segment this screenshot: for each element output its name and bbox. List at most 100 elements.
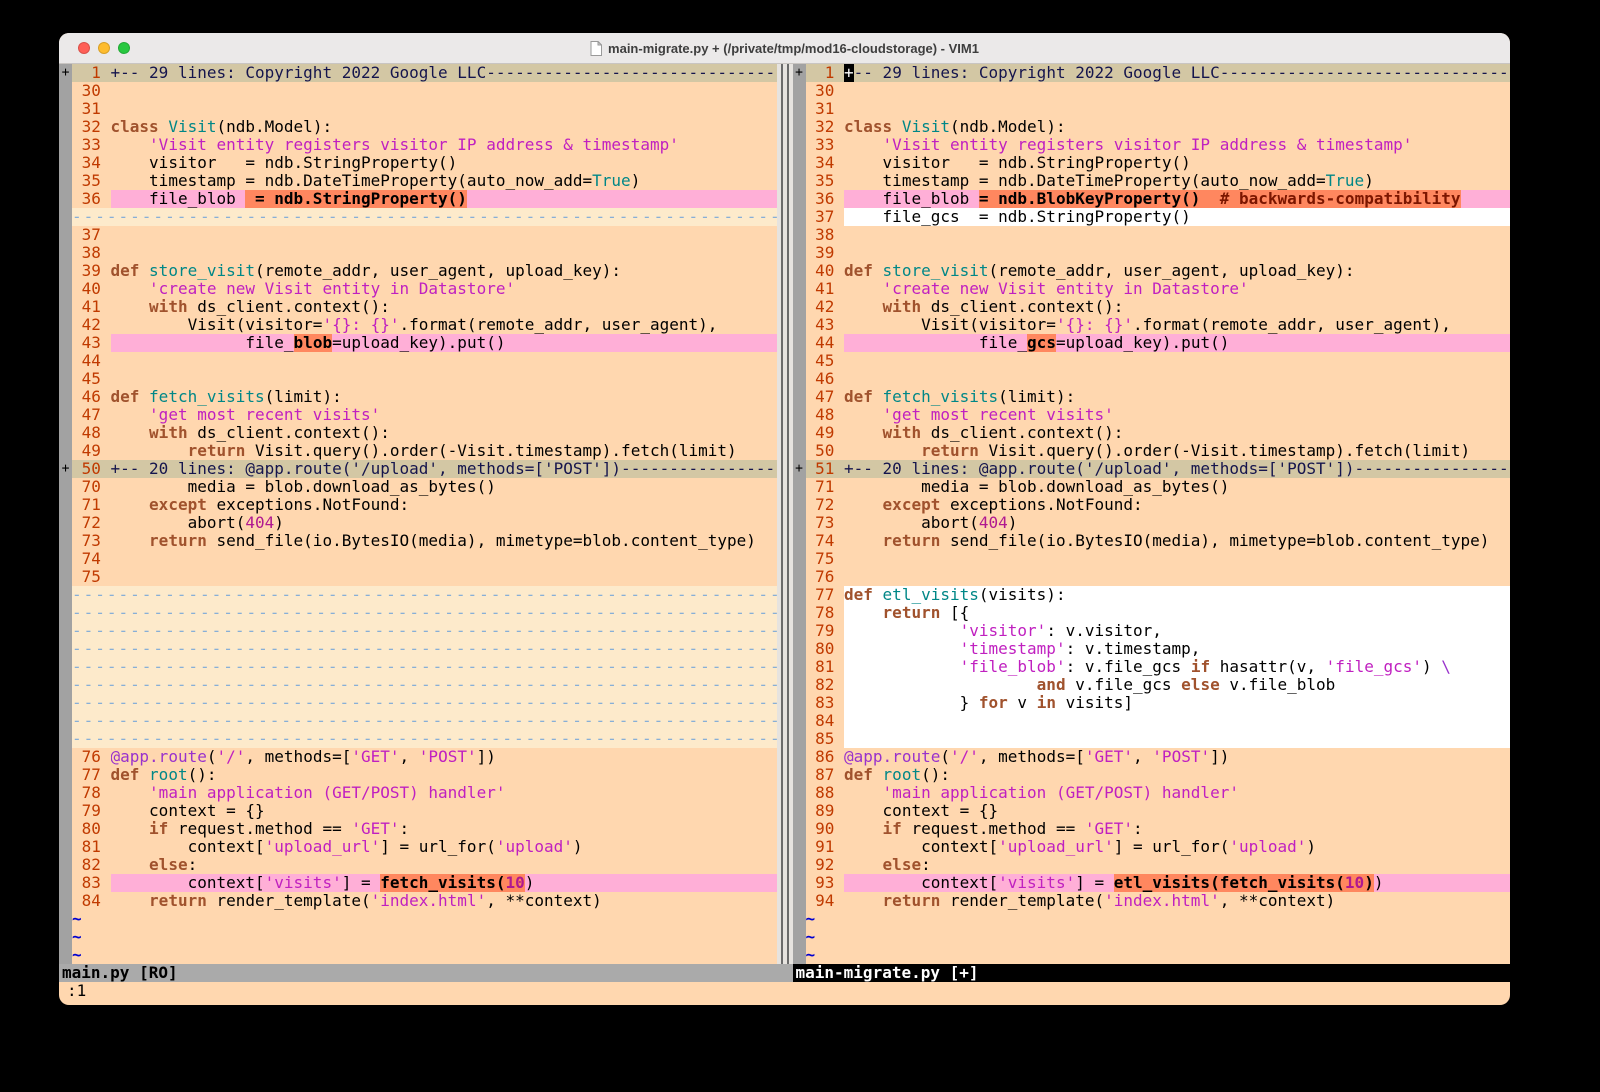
line-number: 82 bbox=[72, 856, 111, 874]
fold-column bbox=[793, 856, 806, 874]
code-segment: context[ bbox=[844, 874, 998, 892]
tilde-line: ~ bbox=[793, 946, 1511, 964]
code-segment: ]) bbox=[477, 748, 496, 766]
fold-column bbox=[793, 172, 806, 190]
code-line-added: 77def etl_visits(visits): bbox=[793, 586, 1511, 604]
titlebar[interactable]: main-migrate.py + (/private/tmp/mod16-cl… bbox=[59, 33, 1510, 64]
code-segment: ]) bbox=[1210, 748, 1229, 766]
zoom-button[interactable] bbox=[118, 42, 130, 54]
fold-column bbox=[793, 514, 806, 532]
line-number: 94 bbox=[806, 892, 845, 910]
line-number: 1 bbox=[72, 64, 111, 82]
fold-column bbox=[793, 748, 806, 766]
line-text: 'visitor': v.visitor, bbox=[844, 622, 1510, 640]
line-text bbox=[844, 730, 1510, 748]
line-text bbox=[844, 226, 1510, 244]
deleted-line-filler: ----------------------------------------… bbox=[72, 604, 777, 622]
code-line: 73 return send_file(io.BytesIO(media), m… bbox=[59, 532, 777, 550]
code-line: 84 return render_template('index.html', … bbox=[59, 892, 777, 910]
code-segment: store_visit bbox=[149, 262, 255, 280]
vim-pane-right[interactable]: +1+-- 29 lines: Copyright 2022 Google LL… bbox=[793, 64, 1511, 964]
code-lines: +1+-- 29 lines: Copyright 2022 Google LL… bbox=[59, 64, 777, 964]
code-lines: +1+-- 29 lines: Copyright 2022 Google LL… bbox=[793, 64, 1511, 964]
code-segment: for bbox=[979, 694, 1008, 712]
fold-column bbox=[59, 676, 72, 694]
vim-pane-left[interactable]: +1+-- 29 lines: Copyright 2022 Google LL… bbox=[59, 64, 777, 964]
line-text: with ds_client.context(): bbox=[844, 424, 1510, 442]
line-number: 93 bbox=[806, 874, 845, 892]
code-segment: '/' bbox=[950, 748, 979, 766]
line-text bbox=[111, 244, 777, 262]
code-segment: def bbox=[111, 766, 150, 784]
fold-column bbox=[793, 820, 806, 838]
line-text: context = {} bbox=[844, 802, 1510, 820]
cursor: + bbox=[844, 64, 854, 82]
code-line-changed: 36 file_blob = ndb.StringProperty() bbox=[59, 190, 777, 208]
code-line: 77def root(): bbox=[59, 766, 777, 784]
code-line: 78 'main application (GET/POST) handler' bbox=[59, 784, 777, 802]
code-segment: exceptions.NotFound: bbox=[207, 496, 409, 514]
code-segment: 'index.html' bbox=[371, 892, 487, 910]
code-segment: media = blob.download_as_bytes() bbox=[844, 478, 1229, 496]
code-line-added: 81 'file_blob': v.file_gcs if hasattr(v,… bbox=[793, 658, 1511, 676]
line-number: 73 bbox=[806, 514, 845, 532]
line-number: 41 bbox=[72, 298, 111, 316]
code-segment: file_gcs = ndb.StringProperty() bbox=[844, 208, 1191, 226]
fold-column bbox=[793, 136, 806, 154]
code-segment: ) bbox=[1364, 172, 1374, 190]
code-segment: send_file(io.BytesIO(media), mimetype=bl… bbox=[940, 532, 1489, 550]
fold-column bbox=[59, 586, 72, 604]
code-segment: .format(remote_addr, user_agent), bbox=[400, 316, 718, 334]
line-number: 39 bbox=[806, 244, 845, 262]
code-segment: , **context) bbox=[486, 892, 602, 910]
code-segment: : v.file_gcs bbox=[1066, 658, 1191, 676]
code-line: 94 return render_template('index.html', … bbox=[793, 892, 1511, 910]
code-segment: visits] bbox=[1056, 694, 1133, 712]
fold-column bbox=[59, 352, 72, 370]
fold-column bbox=[793, 478, 806, 496]
line-text: media = blob.download_as_bytes() bbox=[111, 478, 777, 496]
code-segment: in bbox=[1037, 694, 1056, 712]
filler-line: ----------------------------------------… bbox=[59, 604, 777, 622]
vertical-split[interactable] bbox=[777, 64, 793, 964]
line-number: 84 bbox=[72, 892, 111, 910]
fold-line: +1+-- 29 lines: Copyright 2022 Google LL… bbox=[793, 64, 1511, 82]
line-number: 35 bbox=[72, 172, 111, 190]
code-line: 31 bbox=[59, 100, 777, 118]
line-text bbox=[844, 352, 1510, 370]
line-text: @app.route('/', methods=['GET', 'POST']) bbox=[844, 748, 1510, 766]
code-segment: v bbox=[1008, 694, 1037, 712]
fold-column bbox=[793, 730, 806, 748]
code-segment: '{}: {}' bbox=[1056, 316, 1133, 334]
line-text: 'Visit entity registers visitor IP addre… bbox=[844, 136, 1510, 154]
code-segment: '/' bbox=[216, 748, 245, 766]
close-button[interactable] bbox=[78, 42, 90, 54]
code-line: 76@app.route('/', methods=['GET', 'POST'… bbox=[59, 748, 777, 766]
minimize-button[interactable] bbox=[98, 42, 110, 54]
code-segment: ds_client.context(): bbox=[188, 424, 390, 442]
filler-line: ----------------------------------------… bbox=[59, 676, 777, 694]
code-line-added: 83 } for v in visits] bbox=[793, 694, 1511, 712]
line-number: 38 bbox=[72, 244, 111, 262]
command-line[interactable]: :1 bbox=[59, 982, 1510, 1000]
line-number: 49 bbox=[806, 424, 845, 442]
fold-column: + bbox=[793, 64, 806, 82]
line-number: 83 bbox=[72, 874, 111, 892]
code-segment: def bbox=[844, 766, 883, 784]
fold-line: +1+-- 29 lines: Copyright 2022 Google LL… bbox=[59, 64, 777, 82]
fold-column bbox=[59, 100, 72, 118]
line-text: 'timestamp': v.timestamp, bbox=[844, 640, 1510, 658]
line-text bbox=[844, 244, 1510, 262]
line-text bbox=[844, 550, 1510, 568]
code-line-changed: 36 file_blob = ndb.BlobKeyProperty() # b… bbox=[793, 190, 1511, 208]
line-text: abort(404) bbox=[844, 514, 1510, 532]
tilde-line: ~ bbox=[59, 928, 777, 946]
code-line: 41 'create new Visit entity in Datastore… bbox=[793, 280, 1511, 298]
line-number: 36 bbox=[72, 190, 111, 208]
code-line: 34 visitor = ndb.StringProperty() bbox=[59, 154, 777, 172]
line-number: 30 bbox=[806, 82, 845, 100]
nontext-tilde: ~ bbox=[806, 928, 1511, 946]
line-text: context['upload_url'] = url_for('upload'… bbox=[111, 838, 777, 856]
fold-column bbox=[59, 946, 72, 964]
statusline-active: main-migrate.py [+] bbox=[793, 964, 1511, 982]
